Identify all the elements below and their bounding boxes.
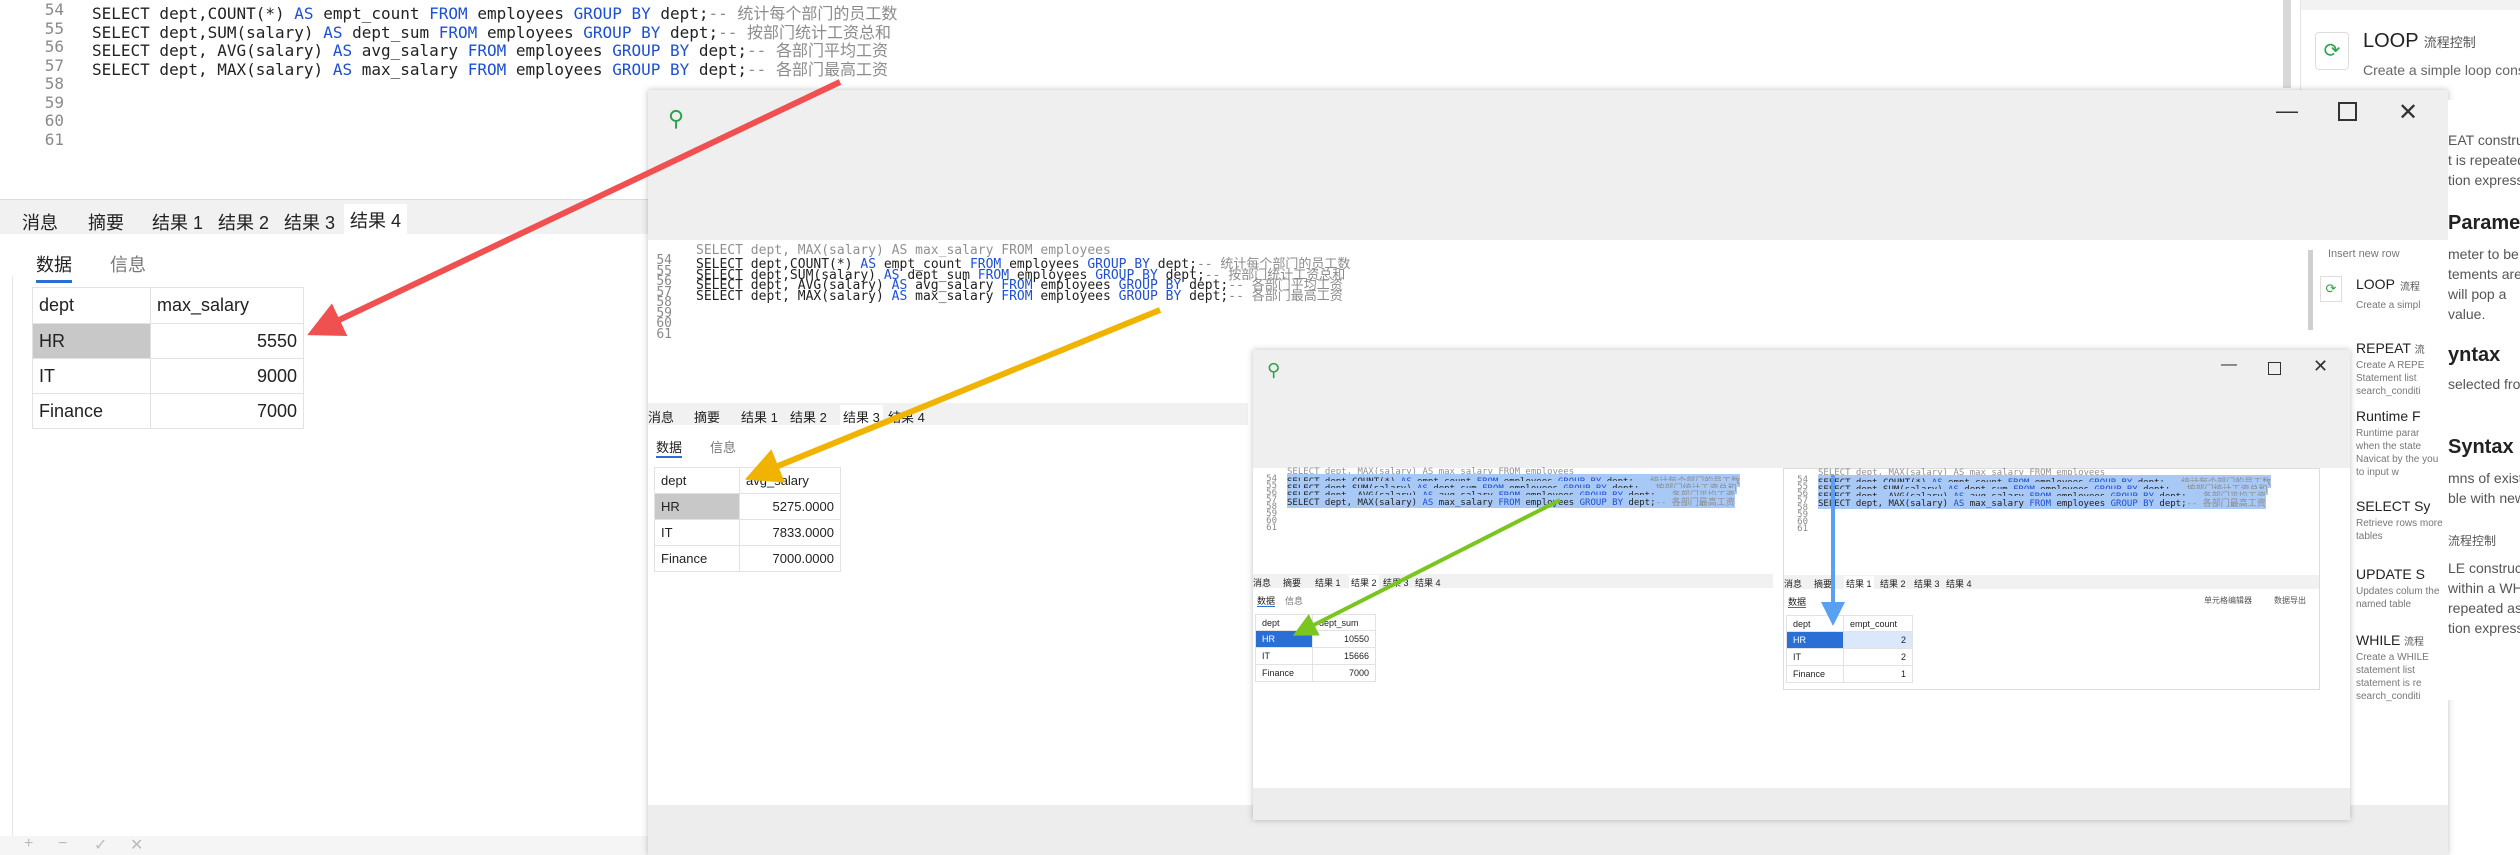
arrow-yellow — [744, 307, 1162, 483]
annotation-arrows — [307, 79, 1845, 636]
arrow-red — [307, 79, 842, 336]
arrow-green — [1292, 498, 1561, 636]
